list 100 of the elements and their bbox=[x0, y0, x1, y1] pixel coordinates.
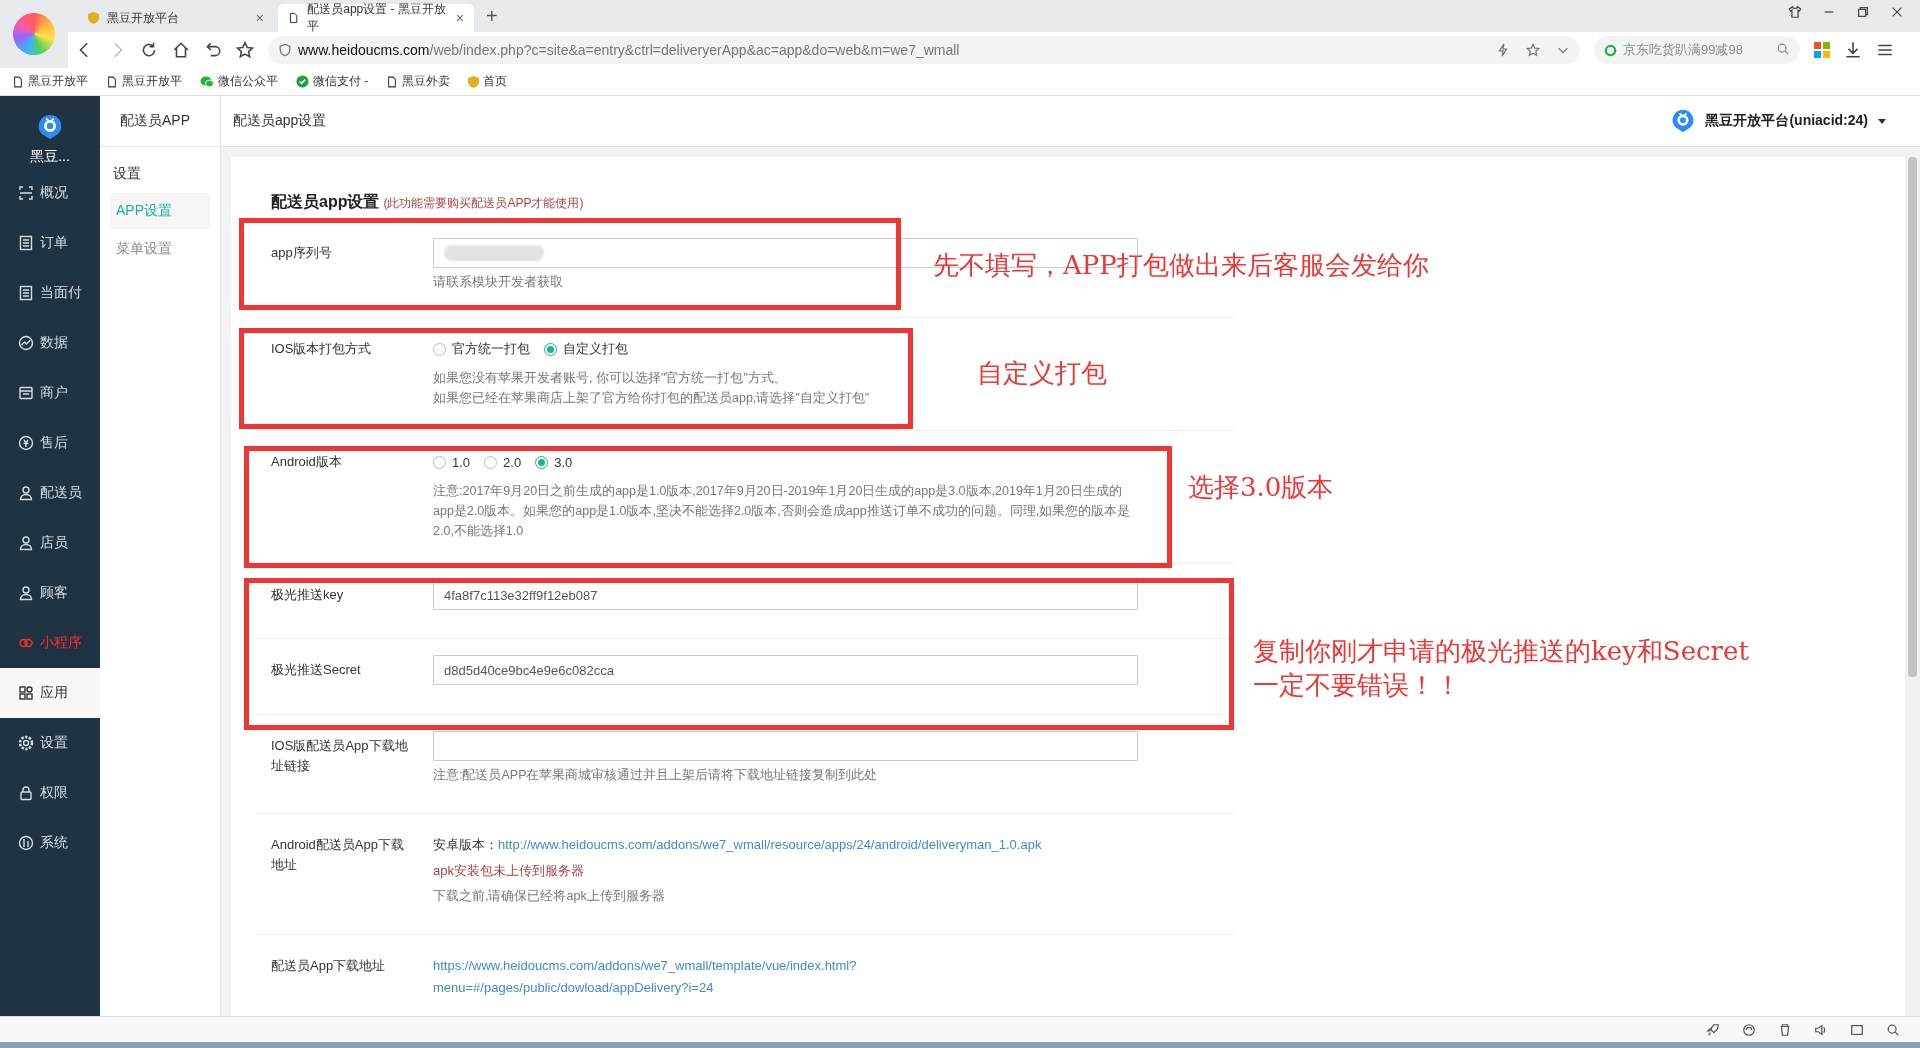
account-name[interactable]: 黑豆开放平台(uniacid:24) bbox=[1705, 112, 1868, 130]
speaker-icon bbox=[1814, 1022, 1828, 1037]
sidebar-item[interactable]: 设置 bbox=[0, 718, 100, 768]
form-title: 配送员app设置 bbox=[271, 191, 380, 212]
page-icon bbox=[106, 75, 118, 88]
user-icon bbox=[18, 535, 34, 551]
page-icon bbox=[386, 75, 399, 88]
apk-link[interactable]: http://www.heidoucms.com/addons/we7_wmall/resource/apps/24/android/deliveryman_1.0.apk bbox=[498, 837, 1042, 852]
bookmark[interactable]: 微信公众平 bbox=[200, 73, 278, 90]
reload-icon bbox=[140, 41, 158, 59]
grid-icon bbox=[18, 685, 34, 701]
brand-logo bbox=[37, 114, 63, 140]
help-text: 注意:配送员APP在苹果商城审核通过并且上架后请将下载地址链接复制到此处 bbox=[433, 767, 878, 784]
page-icon bbox=[288, 12, 300, 24]
bookmark[interactable]: 黑豆开放平 bbox=[106, 73, 182, 90]
text-field[interactable]: d8d5d40ce9bc4e9e6c082cca bbox=[433, 655, 1138, 685]
rocket-icon bbox=[1706, 1022, 1720, 1037]
sidebar-item[interactable]: 应用 bbox=[0, 668, 100, 718]
sidebar-item[interactable]: 配送员 bbox=[0, 468, 100, 518]
sidebar-item[interactable]: 店员 bbox=[0, 518, 100, 568]
annotation-text: 先不填写，APP打包做出来后客服会发给你 bbox=[933, 249, 1429, 282]
text-field[interactable]: 4fa8f7c113e32ff9f12eb087 bbox=[433, 580, 1138, 610]
field-label: IOS版配送员App下载地址链接 bbox=[271, 737, 409, 775]
new-tab-button[interactable]: + bbox=[478, 5, 506, 32]
field-label: Android版本 bbox=[271, 453, 343, 471]
bookmark[interactable]: 黑豆开放平 bbox=[12, 73, 88, 90]
store-icon bbox=[18, 385, 34, 401]
caret-icon[interactable] bbox=[1878, 118, 1886, 124]
annotation-text: 自定义打包 bbox=[977, 357, 1107, 390]
sidebar-item[interactable]: 顾客 bbox=[0, 568, 100, 618]
system-icon bbox=[18, 835, 34, 851]
browser-tab[interactable]: 黑豆开放平台 × bbox=[78, 4, 274, 32]
sidebar-item[interactable]: 权限 bbox=[0, 768, 100, 818]
apps-grid-icon[interactable] bbox=[1814, 42, 1830, 58]
field-label: Android配送员App下载地址 bbox=[271, 836, 405, 874]
radio-option[interactable]: 2.0 bbox=[484, 454, 522, 470]
close-icon bbox=[1890, 5, 1904, 19]
annotation-text: 选择3.0版本 bbox=[1188, 471, 1334, 504]
browser-logo[interactable] bbox=[13, 13, 55, 55]
lightning-icon bbox=[1496, 43, 1510, 57]
sidebar-item[interactable]: 数据 bbox=[0, 318, 100, 368]
radio-option[interactable]: 1.0 bbox=[433, 454, 471, 470]
field-label: 配送员App下载地址 bbox=[271, 957, 387, 975]
module-title: 配送员APP bbox=[120, 112, 190, 130]
field-label: 极光推送key bbox=[271, 586, 345, 604]
download-link[interactable]: https://www.heidoucms.com/addons/we7_wmall/template/vue/index.html? menu=#/pages/public/dowload/appDelivery?i=24 bbox=[433, 955, 857, 999]
radio-option[interactable]: 官方统一打包 bbox=[433, 340, 530, 358]
trash-icon bbox=[1778, 1022, 1792, 1037]
annotation-text: 复制你刚才申请的极光推送的key和Secret 一定不要错误！！ bbox=[1253, 635, 1749, 702]
radio-option[interactable]: 自定义打包 bbox=[544, 340, 628, 358]
sidebar-item[interactable]: 订单 bbox=[0, 218, 100, 268]
settings-icon bbox=[18, 735, 34, 751]
subnav-item[interactable]: 菜单设置 bbox=[110, 231, 210, 267]
help-text: 下载之前,请确保已经将apk上传到服务器 bbox=[433, 888, 665, 905]
chat-bubble-icon bbox=[200, 75, 214, 88]
account-logo bbox=[1671, 109, 1696, 133]
brand-name: 黑豆... bbox=[29, 148, 71, 166]
home-icon bbox=[172, 41, 190, 59]
restore-icon bbox=[1856, 5, 1870, 19]
sidebar-item[interactable]: 售后 bbox=[0, 418, 100, 468]
download-line: 安卓版本：http://www.heidoucms.com/addons/we7_wmall/resource/apps/24/android/deliveryman_1.0.apk bbox=[433, 836, 1042, 854]
radio-option[interactable]: 3.0 bbox=[535, 454, 573, 470]
section-title: 设置 bbox=[112, 164, 142, 183]
ring-icon bbox=[1604, 43, 1617, 57]
refund-icon bbox=[18, 435, 34, 451]
bookmark[interactable]: 首页 bbox=[468, 73, 508, 90]
star-icon bbox=[236, 41, 254, 59]
page-icon bbox=[12, 75, 24, 88]
scan-icon bbox=[18, 185, 34, 201]
bookmark[interactable]: 微信支付 - bbox=[296, 73, 369, 90]
search-icon bbox=[1776, 41, 1790, 56]
help-text: 注意:2017年9月20日之前生成的app是1.0版本,2017年9月20日-2019年1月20日生成的app是3.0版本,2019年1月20日生成的app是2.0版本。如果您的app是1.0版本,坚决不能选择2.0版本,否则会造成app推送订单不成功的问题。同理,如果您的版本是2.0,不能选择1.0 bbox=[433, 483, 1132, 540]
download-icon bbox=[1844, 41, 1862, 59]
text-field[interactable] bbox=[433, 731, 1138, 761]
field-label: IOS版本打包方式 bbox=[271, 340, 373, 358]
user-icon bbox=[18, 485, 34, 501]
field-label: app序列号 bbox=[271, 244, 333, 262]
sidebar-item[interactable]: 概况 bbox=[0, 168, 100, 218]
star-icon bbox=[1526, 43, 1540, 57]
sidebar-item[interactable]: 系统 bbox=[0, 818, 100, 868]
shield-icon bbox=[468, 75, 480, 88]
sidebar-item[interactable]: 商户 bbox=[0, 368, 100, 418]
user-icon bbox=[18, 585, 34, 601]
field-label: 极光推送Secret bbox=[271, 661, 362, 679]
document-icon bbox=[18, 285, 34, 301]
document-icon bbox=[18, 235, 34, 251]
bookmark[interactable]: 黑豆外卖 bbox=[386, 73, 451, 90]
address-bar[interactable]: www.heidoucms.com/web/index.php?c=site&a=entry&ctrl=deliveryerApp&ac=app&do=web&m=we7_wmall bbox=[268, 36, 1580, 64]
shield-icon bbox=[88, 12, 99, 24]
search-icon bbox=[1886, 1022, 1900, 1037]
shirt-icon bbox=[1788, 5, 1802, 19]
lock-icon bbox=[18, 785, 34, 801]
help-text: 如果您没有苹果开发者账号, 你可以选择"官方统一打包"方式。 如果您已经在苹果商店上架了官方给你打包的配送员app,请选择"自定义打包" bbox=[433, 370, 870, 407]
shield-icon bbox=[278, 43, 292, 57]
sidebar-item[interactable]: 当面付 bbox=[0, 268, 100, 318]
window-icon bbox=[1850, 1022, 1864, 1037]
undo-icon bbox=[204, 41, 222, 59]
form-note: (此功能需要购买配送员APP才能使用) bbox=[383, 195, 584, 212]
page-title: 配送员app设置 bbox=[233, 112, 327, 130]
chart-icon bbox=[18, 335, 34, 351]
